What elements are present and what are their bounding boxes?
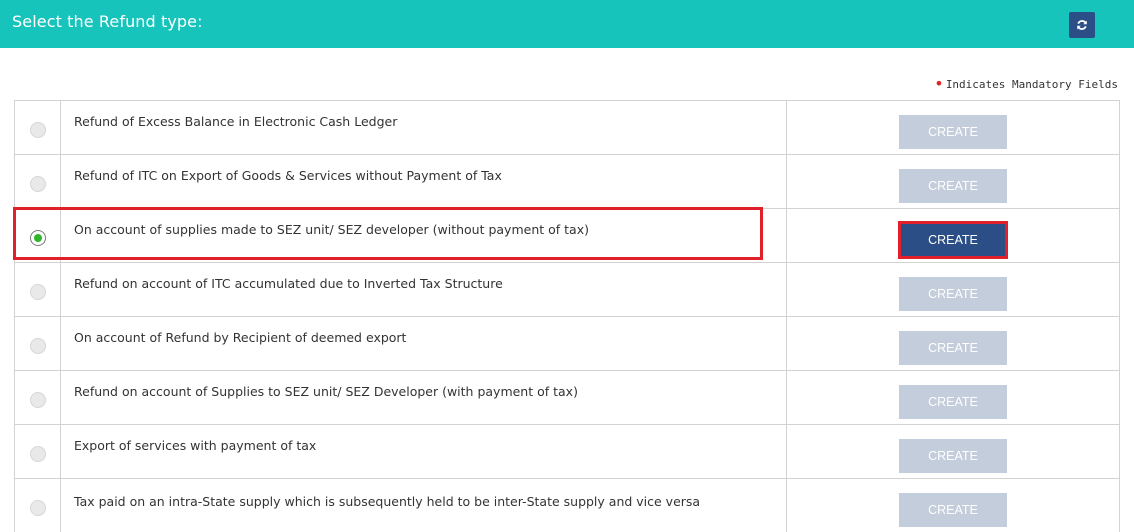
refund-type-page: Select the Refund type: • Indicates Manda… <box>0 0 1134 532</box>
refund-type-radio[interactable] <box>29 283 46 300</box>
radio-cell <box>14 208 61 263</box>
refund-type-label: Export of services with payment of tax <box>74 437 317 453</box>
refresh-button[interactable] <box>1069 12 1095 38</box>
radio-cell <box>14 316 61 371</box>
refund-type-label: On account of Refund by Recipient of dee… <box>74 329 407 345</box>
radio-cell <box>14 424 61 479</box>
create-button[interactable]: CREATE <box>899 492 1007 527</box>
refund-type-label: On account of supplies made to SEZ unit/… <box>74 221 589 237</box>
refund-type-radio[interactable] <box>29 175 46 192</box>
create-button[interactable]: CREATE <box>899 438 1007 473</box>
label-cell: On account of Refund by Recipient of dee… <box>60 316 787 371</box>
action-cell: CREATE <box>786 262 1120 317</box>
refund-type-radio[interactable] <box>29 229 46 246</box>
refund-option-row: On account of Refund by Recipient of dee… <box>14 316 1120 371</box>
refund-type-label: Refund of ITC on Export of Goods & Servi… <box>74 167 502 183</box>
section-title: Select the Refund type: <box>12 12 203 31</box>
action-cell: CREATE <box>786 370 1120 425</box>
refund-option-row: Tax paid on an intra-State supply which … <box>14 478 1120 532</box>
radio-cell <box>14 262 61 317</box>
radio-cell <box>14 370 61 425</box>
radio-cell <box>14 478 61 532</box>
create-button[interactable]: CREATE <box>899 384 1007 419</box>
action-cell: CREATE <box>786 316 1120 371</box>
refund-option-row: Export of services with payment of tax CR… <box>14 424 1120 479</box>
refund-option-row: On account of supplies made to SEZ unit/… <box>14 208 1120 263</box>
create-button[interactable]: CREATE <box>899 168 1007 203</box>
create-button[interactable]: CREATE <box>899 276 1007 311</box>
label-cell: Tax paid on an intra-State supply which … <box>60 478 787 532</box>
refund-type-radio[interactable] <box>29 499 46 516</box>
action-cell: CREATE <box>786 154 1120 209</box>
refund-option-row: Refund of Excess Balance in Electronic C… <box>14 100 1120 155</box>
refund-type-label: Refund of Excess Balance in Electronic C… <box>74 113 398 129</box>
refund-type-label: Refund on account of ITC accumulated due… <box>74 275 503 291</box>
radio-cell <box>14 154 61 209</box>
label-cell: Refund of Excess Balance in Electronic C… <box>60 100 787 155</box>
refund-type-label: Refund on account of Supplies to SEZ uni… <box>74 383 578 399</box>
label-cell: Refund of ITC on Export of Goods & Servi… <box>60 154 787 209</box>
refund-option-row: Refund of ITC on Export of Goods & Servi… <box>14 154 1120 209</box>
radio-cell <box>14 100 61 155</box>
section-header: Select the Refund type: <box>0 0 1134 48</box>
create-button[interactable]: CREATE <box>899 330 1007 365</box>
action-cell: CREATE <box>786 100 1120 155</box>
label-cell: Refund on account of ITC accumulated due… <box>60 262 787 317</box>
refund-type-radio[interactable] <box>29 121 46 138</box>
refund-option-row: Refund on account of Supplies to SEZ uni… <box>14 370 1120 425</box>
refresh-icon <box>1077 20 1087 30</box>
mandatory-fields-note: • Indicates Mandatory Fields <box>934 76 1118 92</box>
label-cell: Refund on account of Supplies to SEZ uni… <box>60 370 787 425</box>
refund-type-radio[interactable] <box>29 337 46 354</box>
refund-type-radio[interactable] <box>29 391 46 408</box>
label-cell: On account of supplies made to SEZ unit/… <box>60 208 787 263</box>
label-cell: Export of services with payment of tax <box>60 424 787 479</box>
action-cell: CREATE <box>786 424 1120 479</box>
create-button[interactable]: CREATE <box>899 114 1007 149</box>
mandatory-dot-icon: • <box>934 74 944 93</box>
refund-option-row: Refund on account of ITC accumulated due… <box>14 262 1120 317</box>
action-cell: CREATE <box>786 478 1120 532</box>
refund-type-table: Refund of Excess Balance in Electronic C… <box>14 100 1120 532</box>
mandatory-text: Indicates Mandatory Fields <box>945 78 1118 91</box>
refund-type-label: Tax paid on an intra-State supply which … <box>74 493 701 509</box>
action-cell: CREATE <box>786 208 1120 263</box>
refund-type-radio[interactable] <box>29 445 46 462</box>
create-button[interactable]: CREATE <box>898 220 1008 259</box>
